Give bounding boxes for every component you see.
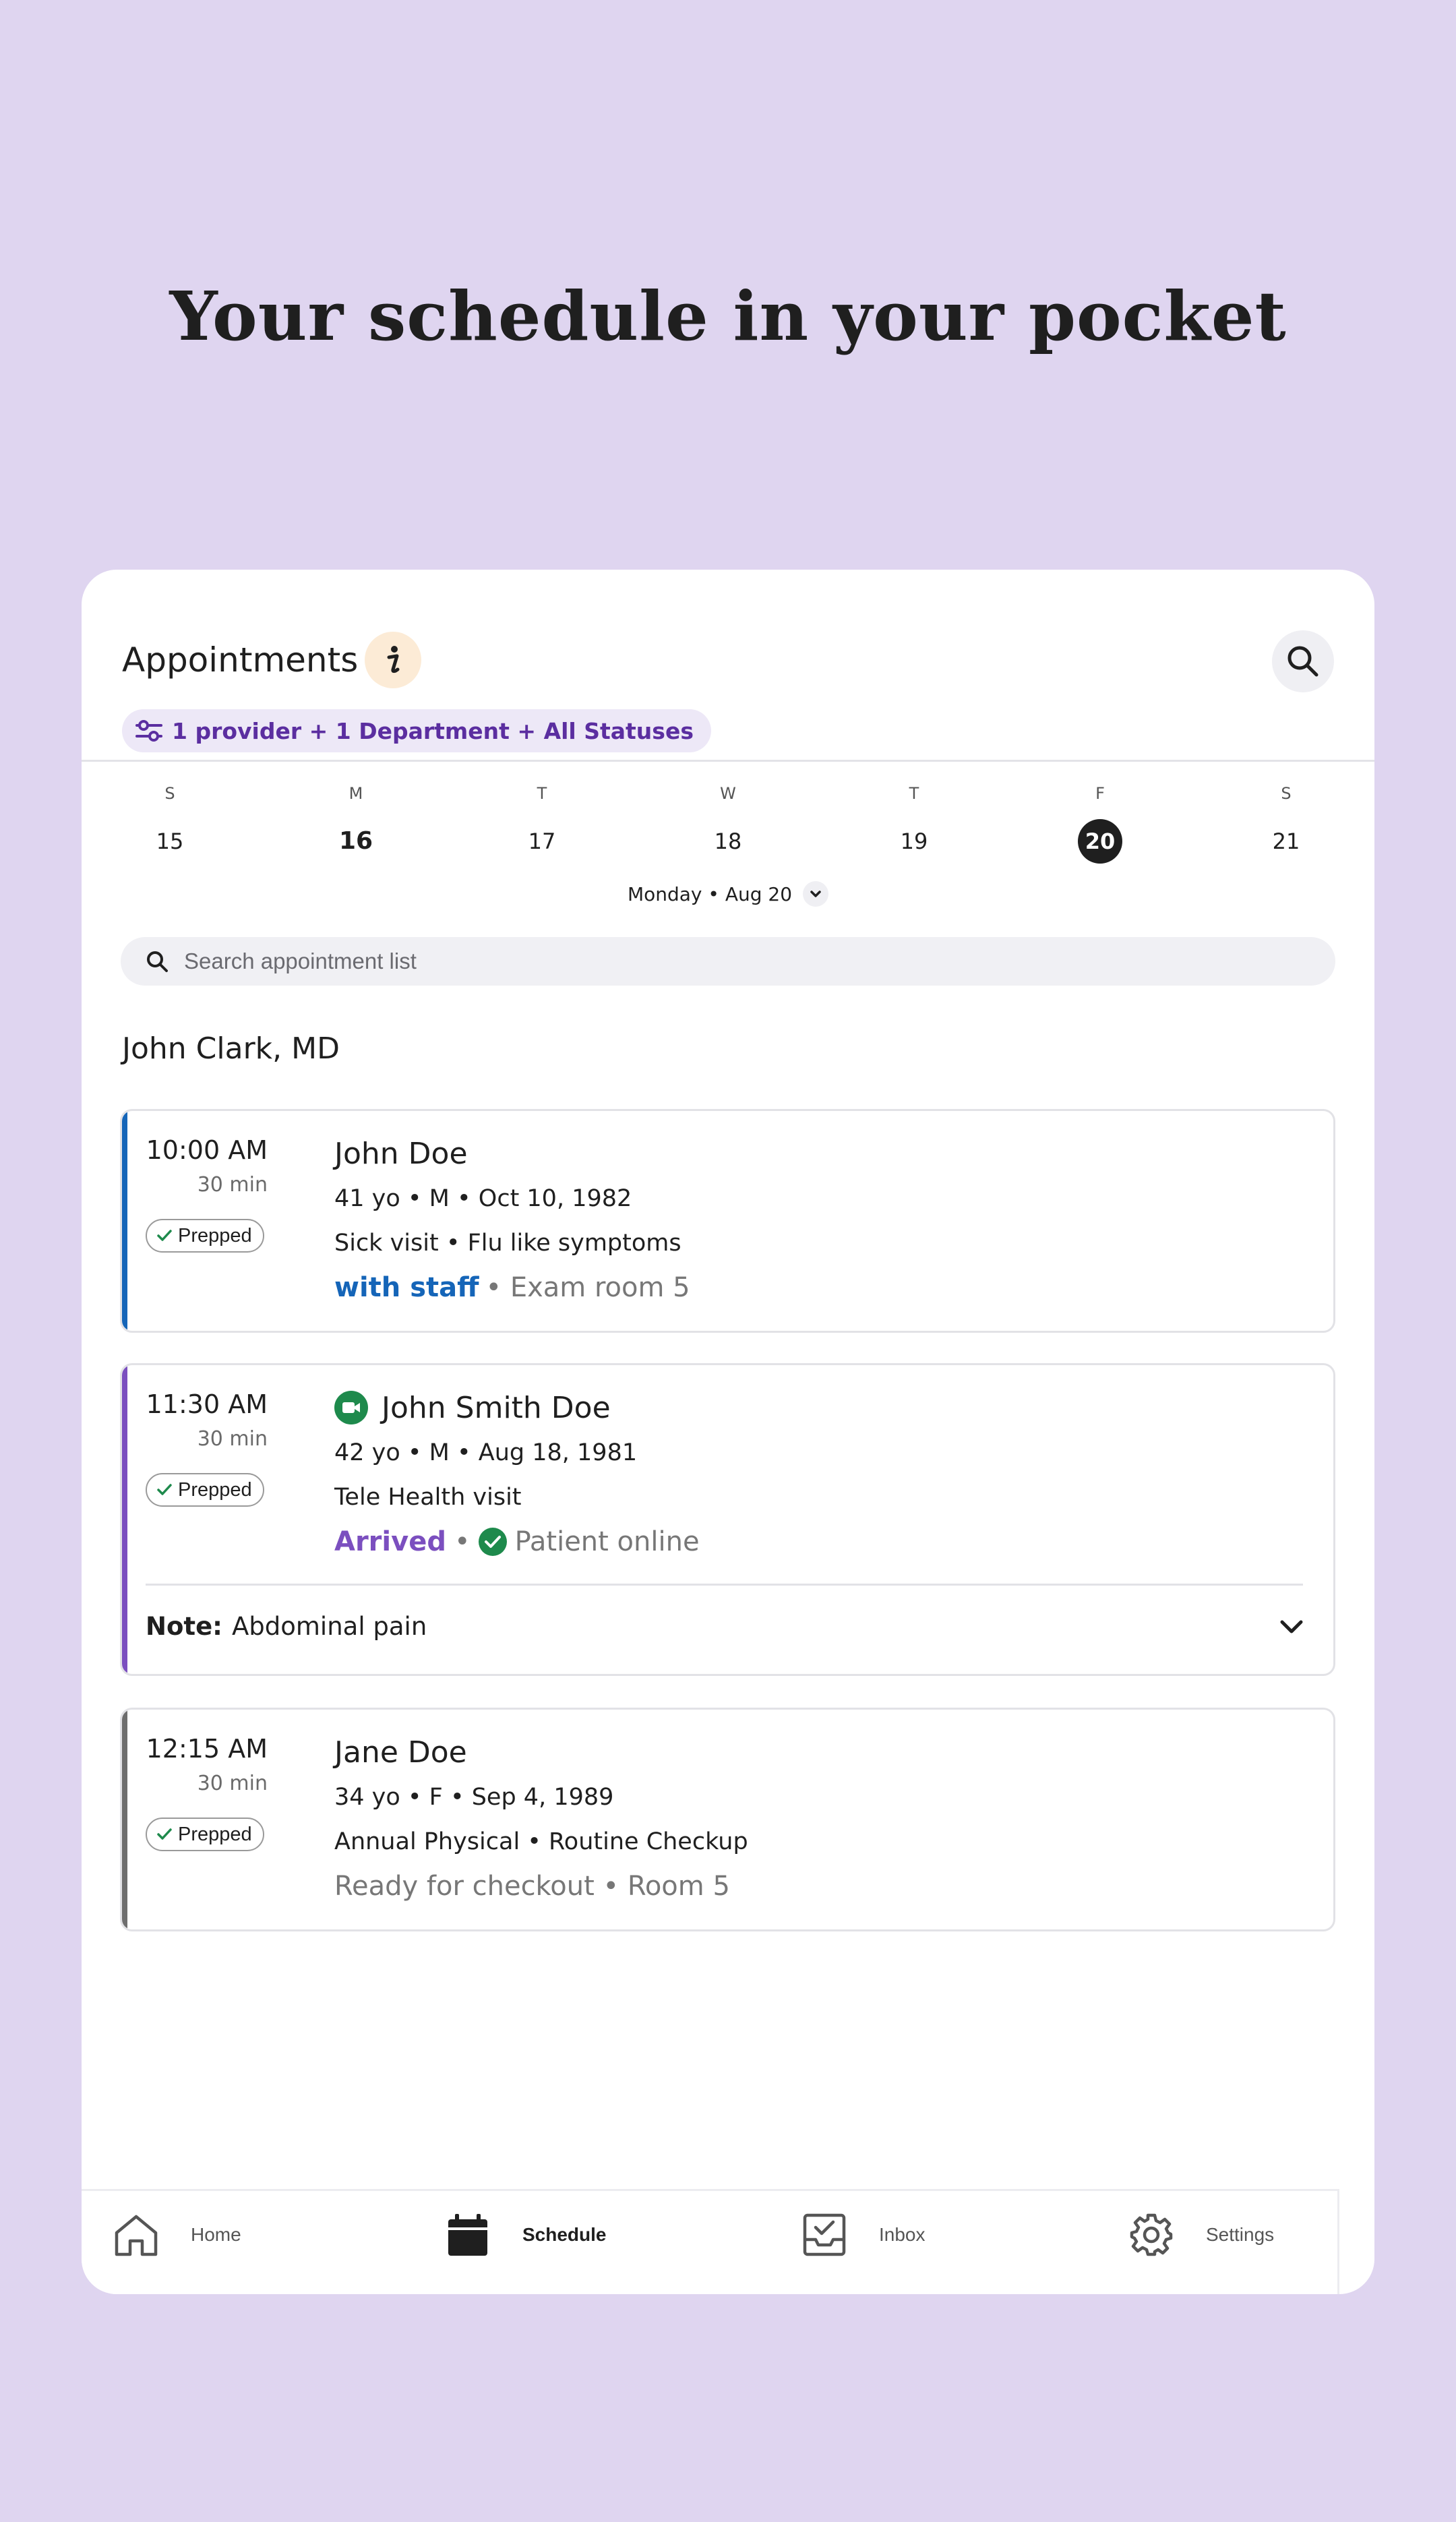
appointment-card[interactable]: 10:00 AM 30 min Prepped John Doe 41 yo •… bbox=[120, 1109, 1335, 1333]
visit-reason: Sick visit • Flu like symptoms bbox=[334, 1230, 681, 1257]
bottom-tab-bar: Home Schedule Inbox Settings bbox=[82, 2189, 1339, 2294]
day-wednesday[interactable]: W 18 bbox=[688, 784, 768, 864]
sliders-icon bbox=[135, 720, 162, 742]
gear-icon bbox=[1130, 2213, 1173, 2256]
appointment-info: John Smith Doe 42 yo • M • Aug 18, 1981 … bbox=[334, 1389, 700, 1561]
search-icon bbox=[1287, 646, 1318, 677]
day-tuesday[interactable]: T 17 bbox=[502, 784, 582, 864]
appointment-info: Jane Doe 34 yo • F • Sep 4, 1989 Annual … bbox=[334, 1734, 748, 1905]
status-badge: Prepped bbox=[146, 1219, 264, 1253]
appointment-duration: 30 min bbox=[197, 1772, 268, 1795]
patient-demographics: 41 yo • M • Oct 10, 1982 bbox=[334, 1185, 632, 1212]
tab-home[interactable]: Home bbox=[113, 2211, 241, 2258]
appointment-duration: 30 min bbox=[197, 1427, 268, 1451]
day-letter: W bbox=[720, 784, 736, 803]
visit-reason: Annual Physical • Routine Checkup bbox=[334, 1828, 748, 1855]
tab-label: Settings bbox=[1206, 2224, 1275, 2245]
header-divider bbox=[82, 760, 1374, 762]
day-number: 16 bbox=[338, 827, 373, 855]
search-button[interactable] bbox=[1272, 630, 1334, 692]
check-icon bbox=[157, 1230, 172, 1241]
expand-note-button[interactable] bbox=[1277, 1613, 1306, 1644]
patient-demographics: 34 yo • F • Sep 4, 1989 bbox=[334, 1784, 614, 1811]
note-divider bbox=[146, 1584, 1303, 1586]
badge-label: Prepped bbox=[178, 1224, 252, 1247]
check-circle-icon bbox=[478, 1528, 507, 1556]
search-icon bbox=[147, 951, 168, 972]
badge-label: Prepped bbox=[178, 1823, 252, 1845]
appointment-time: 12:15 AM bbox=[146, 1734, 268, 1764]
page-headline: Your schedule in your pocket bbox=[169, 276, 1287, 356]
video-visit-icon bbox=[334, 1391, 368, 1424]
inbox-icon bbox=[803, 2213, 846, 2256]
chevron-down-icon bbox=[803, 881, 829, 907]
day-monday[interactable]: M 16 bbox=[315, 784, 396, 864]
day-saturday[interactable]: S 21 bbox=[1246, 784, 1327, 864]
day-letter: F bbox=[1095, 784, 1105, 803]
selected-date-label: Monday • Aug 20 bbox=[627, 882, 793, 905]
day-thursday[interactable]: T 19 bbox=[874, 784, 954, 864]
home-icon bbox=[115, 2215, 158, 2256]
check-icon bbox=[157, 1484, 172, 1495]
appointment-card[interactable]: 11:30 AM 30 min Prepped John Smith Doe 4… bbox=[120, 1363, 1335, 1676]
day-sunday[interactable]: S 15 bbox=[129, 784, 210, 864]
status-secondary: Patient online bbox=[514, 1526, 700, 1557]
status-badge: Prepped bbox=[146, 1818, 264, 1851]
filter-label: 1 provider + 1 Department + All Statuses bbox=[172, 717, 694, 744]
patient-demographics: 42 yo • M • Aug 18, 1981 bbox=[334, 1439, 638, 1466]
appointment-card[interactable]: 12:15 AM 30 min Prepped Jane Doe 34 yo •… bbox=[120, 1708, 1335, 1931]
day-friday[interactable]: F 20 bbox=[1060, 784, 1141, 864]
appointment-duration: 30 min bbox=[197, 1173, 268, 1197]
tab-schedule[interactable]: Schedule bbox=[444, 2211, 606, 2258]
calendar-icon bbox=[448, 2214, 487, 2256]
day-number-selected: 20 bbox=[1078, 819, 1122, 864]
day-number: 18 bbox=[714, 829, 742, 854]
page-title: Appointments bbox=[122, 640, 359, 680]
note-text: Abdominal pain bbox=[231, 1612, 427, 1641]
day-number: 21 bbox=[1272, 829, 1300, 854]
status-badge: Prepped bbox=[146, 1473, 264, 1507]
appointment-time: 10:00 AM bbox=[146, 1135, 268, 1165]
tab-settings[interactable]: Settings bbox=[1128, 2211, 1274, 2258]
patient-name: Jane Doe bbox=[334, 1735, 467, 1770]
day-number: 19 bbox=[900, 829, 928, 854]
search-input[interactable] bbox=[184, 949, 1195, 974]
tab-label: Schedule bbox=[522, 2224, 607, 2245]
app-screen: Appointments 1 provider + 1 Department +… bbox=[82, 570, 1374, 2294]
status-separator: • bbox=[454, 1526, 471, 1557]
badge-label: Prepped bbox=[178, 1478, 252, 1501]
check-icon bbox=[157, 1828, 172, 1840]
visit-reason: Tele Health visit bbox=[334, 1484, 522, 1511]
day-number: 17 bbox=[528, 829, 556, 854]
day-letter: S bbox=[164, 784, 175, 803]
appointment-search[interactable] bbox=[121, 937, 1335, 986]
chevron-down-icon bbox=[1280, 1620, 1303, 1633]
day-number: 15 bbox=[156, 829, 184, 854]
tab-inbox[interactable]: Inbox bbox=[801, 2211, 926, 2258]
day-letter: T bbox=[909, 784, 919, 803]
status-secondary: Ready for checkout • Room 5 bbox=[334, 1871, 730, 1902]
status-secondary: • Exam room 5 bbox=[485, 1272, 690, 1303]
tab-label: Inbox bbox=[879, 2224, 926, 2245]
status-primary: with staff bbox=[334, 1272, 479, 1303]
patient-name: John Doe bbox=[334, 1136, 468, 1171]
day-letter: S bbox=[1281, 784, 1292, 803]
appointment-time: 11:30 AM bbox=[146, 1389, 268, 1419]
info-button[interactable] bbox=[365, 632, 421, 688]
day-letter: M bbox=[348, 784, 363, 803]
day-letter: T bbox=[537, 784, 547, 803]
date-selector[interactable]: Monday • Aug 20 bbox=[82, 881, 1374, 907]
note-label: Note: bbox=[146, 1612, 222, 1641]
patient-name: John Smith Doe bbox=[382, 1390, 611, 1425]
provider-name: John Clark, MD bbox=[122, 1031, 340, 1066]
info-icon bbox=[387, 646, 400, 673]
filter-chip[interactable]: 1 provider + 1 Department + All Statuses bbox=[122, 709, 711, 752]
tab-label: Home bbox=[191, 2224, 241, 2245]
status-primary: Arrived bbox=[334, 1526, 446, 1557]
appointment-note: Note: Abdominal pain bbox=[146, 1612, 427, 1641]
appointment-info: John Doe 41 yo • M • Oct 10, 1982 Sick v… bbox=[334, 1135, 690, 1307]
